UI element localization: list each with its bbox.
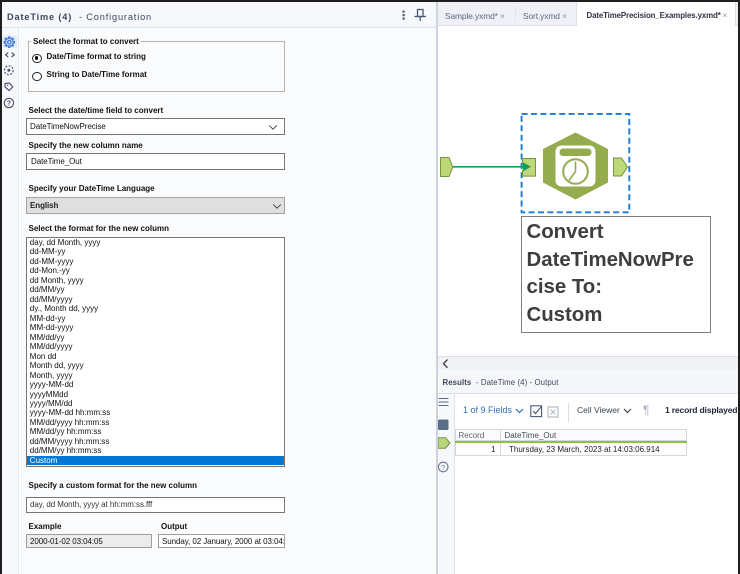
svg-text:?: ? — [7, 101, 11, 108]
svg-text:?: ? — [441, 463, 445, 472]
